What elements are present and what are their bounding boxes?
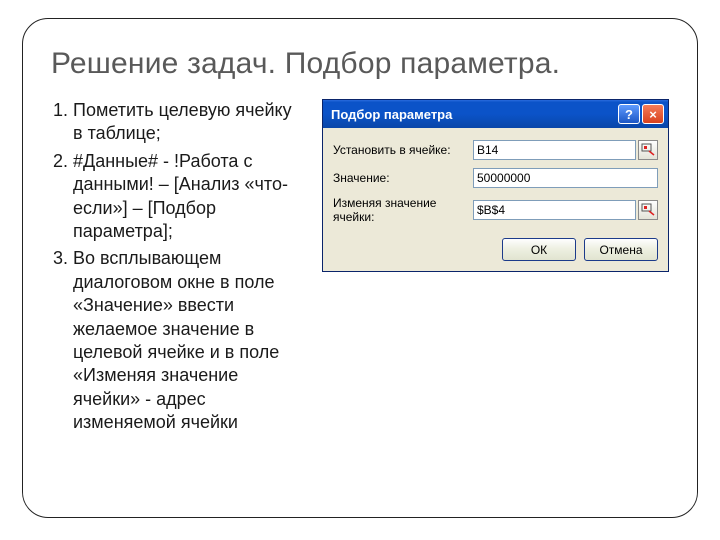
input-set-cell[interactable] — [473, 140, 636, 160]
label-set-cell: Установить в ячейке: — [333, 143, 473, 157]
titlebar[interactable]: Подбор параметра ? × — [323, 100, 668, 128]
ref-picker-icon — [641, 202, 655, 219]
input-to-value[interactable] — [473, 168, 658, 188]
row-set-cell: Установить в ячейке: — [333, 140, 658, 160]
cancel-button[interactable]: Отмена — [584, 238, 658, 261]
help-icon: ? — [625, 107, 633, 122]
ref-picker-set-cell[interactable] — [638, 140, 658, 160]
slide-frame: Решение задач. Подбор параметра. Пометит… — [22, 18, 698, 518]
row-by-changing: Изменяя значение ячейки: — [333, 196, 658, 224]
close-icon: × — [649, 107, 657, 122]
cancel-label: Отмена — [599, 243, 642, 257]
goal-seek-dialog: Подбор параметра ? × Установить в ячейке… — [322, 99, 669, 272]
label-to-value: Значение: — [333, 171, 473, 185]
help-button[interactable]: ? — [618, 104, 640, 124]
step-item: Во всплывающем диалоговом окне в поле «З… — [73, 247, 306, 434]
row-to-value: Значение: — [333, 168, 658, 188]
ref-picker-icon — [641, 142, 655, 159]
dialog-title: Подбор параметра — [331, 107, 616, 122]
steps-list: Пометить целевую ячейку в таблице; #Данн… — [51, 99, 306, 438]
slide-title: Решение задач. Подбор параметра. — [51, 47, 669, 81]
step-text: Во всплывающем диалоговом окне в поле «З… — [73, 248, 279, 432]
step-text: Пометить целевую ячейку в таблице; — [73, 100, 292, 143]
label-by-changing: Изменяя значение ячейки: — [333, 196, 473, 224]
dialog-button-row: ОК Отмена — [333, 238, 658, 261]
ref-picker-by-changing[interactable] — [638, 200, 658, 220]
ok-label: ОК — [531, 243, 547, 257]
close-button[interactable]: × — [642, 104, 664, 124]
step-text: #Данные# - !Работа с данными! – [Анализ … — [73, 151, 288, 241]
content-row: Пометить целевую ячейку в таблице; #Данн… — [51, 99, 669, 438]
step-item: #Данные# - !Работа с данными! – [Анализ … — [73, 150, 306, 244]
ok-button[interactable]: ОК — [502, 238, 576, 261]
input-by-changing[interactable] — [473, 200, 636, 220]
step-item: Пометить целевую ячейку в таблице; — [73, 99, 306, 146]
dialog-body: Установить в ячейке: Значение: Изменяя з… — [323, 128, 668, 271]
